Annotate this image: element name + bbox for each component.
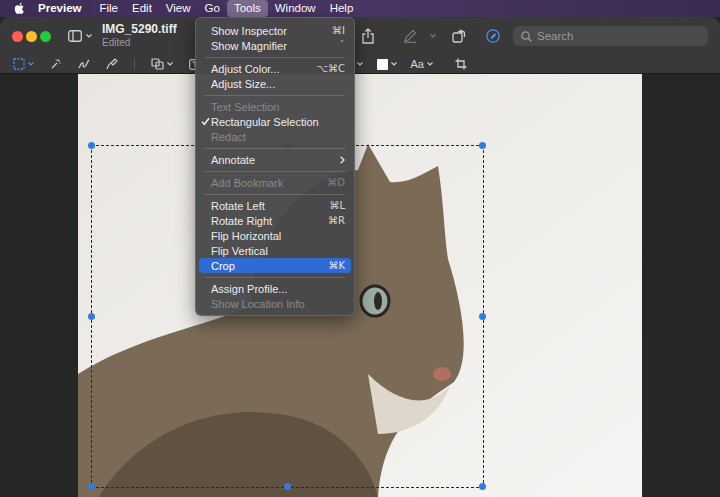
cat-nose — [433, 367, 451, 381]
search-placeholder: Search — [537, 30, 573, 42]
sidebar-icon[interactable] — [68, 30, 82, 42]
markup-icon[interactable] — [486, 29, 500, 43]
menu-item[interactable]: Flip Horizontal — [199, 228, 351, 243]
menu-shortcut: ⌘R — [328, 215, 345, 226]
markup-style-tools: Aa — [354, 58, 467, 70]
menu-item[interactable]: Show Magnifier ` — [199, 38, 351, 53]
menu-separator — [205, 148, 345, 149]
menu-bar: PreviewFileEditViewGoToolsWindowHelp — [0, 0, 720, 17]
markup-toolbar: Aa — [0, 55, 720, 74]
fill-color-swatch[interactable] — [377, 59, 388, 70]
rotate-icon[interactable] — [452, 29, 466, 43]
photo — [78, 74, 642, 497]
menu-item[interactable]: Show Inspector ⌘I — [199, 23, 351, 38]
close-button[interactable] — [12, 31, 23, 42]
text-style-button[interactable]: Aa — [411, 58, 424, 70]
magic-wand-icon[interactable] — [50, 58, 62, 70]
sketch-icon[interactable] — [78, 58, 90, 70]
menu-bar-item[interactable]: Help — [323, 0, 361, 17]
menu-item[interactable]: Annotate — [199, 152, 351, 167]
menu-item[interactable]: Adjust Size... — [199, 76, 351, 91]
toolbar-actions: Search — [361, 26, 708, 46]
menu-separator — [205, 194, 345, 195]
toolbar-separator — [134, 58, 135, 70]
search-field[interactable]: Search — [513, 26, 708, 46]
menu-item[interactable]: Crop ⌘K — [199, 258, 351, 273]
chevron-down-icon[interactable] — [357, 62, 363, 66]
chevron-down-icon[interactable] — [430, 34, 436, 38]
cat-photo — [78, 74, 642, 497]
preview-window: IMG_5290.tiff Edited Search Aa — [0, 17, 720, 497]
apple-logo-icon[interactable] — [14, 2, 25, 15]
menu-item: Redact — [199, 129, 351, 144]
menu-shortcut: ⌘D — [327, 177, 345, 188]
selection-handle[interactable] — [479, 313, 486, 320]
menu-shortcut: ` — [340, 40, 345, 51]
chevron-down-icon[interactable] — [391, 62, 397, 66]
checkmark-icon — [201, 117, 210, 126]
menu-item[interactable]: Rotate Right ⌘R — [199, 213, 351, 228]
menu-bar-item[interactable]: File — [92, 0, 125, 17]
menu-separator — [205, 95, 345, 96]
submenu-chevron-icon — [340, 156, 345, 164]
menu-item: Add Bookmark ⌘D — [199, 175, 351, 190]
menu-shortcut: ⌘L — [329, 200, 345, 211]
selection-handle[interactable] — [88, 142, 95, 149]
selection-handle[interactable] — [88, 313, 95, 320]
menu-shortcut: ⌥⌘C — [316, 63, 345, 74]
chevron-down-icon[interactable] — [28, 62, 34, 66]
title-bar: IMG_5290.tiff Edited Search — [0, 17, 720, 55]
menu-item[interactable]: Flip Vertical — [199, 243, 351, 258]
chevron-down-icon[interactable] — [86, 34, 92, 38]
selection-handle[interactable] — [284, 483, 291, 490]
chevron-down-icon[interactable] — [167, 62, 173, 66]
markup-tools — [13, 58, 201, 70]
menu-bar-item[interactable]: Tools — [227, 0, 268, 17]
tools-menu: Show Inspector ⌘I Show Magnifier ` Adjus… — [195, 17, 355, 316]
menu-bar-item[interactable]: Go — [198, 0, 227, 17]
share-icon[interactable] — [361, 28, 375, 44]
zoom-button[interactable] — [40, 31, 51, 42]
document-title: IMG_5290.tiff Edited — [102, 23, 177, 48]
menu-bar-item[interactable]: Window — [268, 0, 323, 17]
menu-bar-item[interactable]: Preview — [31, 0, 88, 17]
selection-handle[interactable] — [479, 142, 486, 149]
menu-item[interactable]: Assign Profile... — [199, 281, 351, 296]
shapes-icon[interactable] — [151, 58, 164, 70]
minimize-button[interactable] — [26, 31, 37, 42]
menu-shortcut: ⌘I — [332, 25, 345, 36]
draw-icon[interactable] — [106, 58, 118, 70]
menu-item[interactable]: Adjust Color... ⌥⌘C — [199, 61, 351, 76]
window-subtitle: Edited — [102, 37, 177, 49]
menu-shortcut: ⌘K — [328, 260, 345, 271]
menu-item: Text Selection — [199, 99, 351, 114]
crop-icon[interactable] — [455, 58, 467, 70]
menu-separator — [205, 171, 345, 172]
highlight-pen-icon[interactable] — [403, 29, 417, 43]
window-title: IMG_5290.tiff — [102, 23, 177, 37]
window-controls — [12, 31, 51, 42]
screen: PreviewFileEditViewGoToolsWindowHelp IMG… — [0, 0, 720, 497]
menu-separator — [205, 277, 345, 278]
selection-handle[interactable] — [88, 483, 95, 490]
menu-separator — [205, 57, 345, 58]
magnifier-icon — [521, 31, 532, 42]
menu-bar-item[interactable]: View — [159, 0, 198, 17]
chevron-down-icon[interactable] — [427, 62, 433, 66]
selection-handle[interactable] — [479, 483, 486, 490]
menu-item[interactable]: Rotate Left ⌘L — [199, 198, 351, 213]
cat-eye — [361, 286, 389, 316]
menu-item: Show Location Info — [199, 296, 351, 311]
document-view — [0, 74, 720, 497]
menu-item[interactable]: Rectangular Selection — [199, 114, 351, 129]
rectangular-selection-icon[interactable] — [13, 58, 25, 70]
menu-bar-item[interactable]: Edit — [125, 0, 159, 17]
